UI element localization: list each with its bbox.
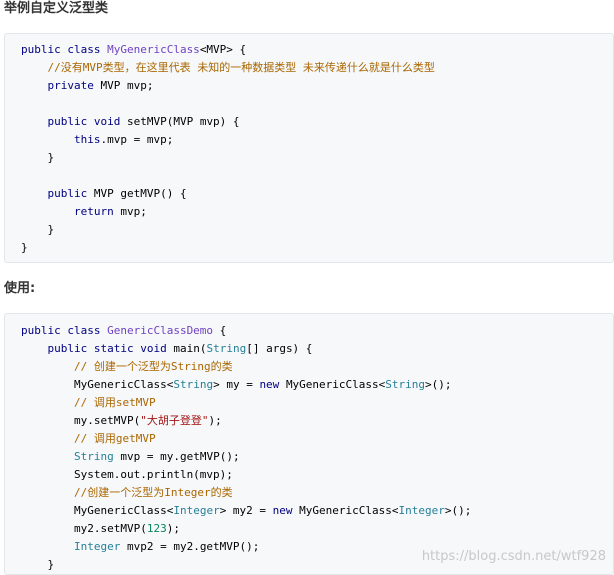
code-line: //没有MVP类型，在这里代表 未知的一种数据类型 未来传递什么就是什么类型 [21, 59, 435, 77]
code-token: MVP mvp; [100, 79, 154, 92]
code-line: MyGenericClass<String> my = new MyGeneri… [21, 376, 452, 394]
code-line: String mvp = my.getMVP(); [21, 448, 240, 466]
code-line: // 调用getMVP [21, 430, 156, 448]
code-block-2: public class GenericClassDemo { public s… [4, 313, 614, 575]
code-line: System.out.println(mvp); [21, 466, 233, 484]
code-token: public void [21, 115, 127, 128]
code-token: [] args) { [246, 342, 313, 355]
code-token: // 创建一个泛型为String的类 [21, 360, 233, 373]
code-line: private MVP mvp; [21, 77, 153, 95]
code-line: // 创建一个泛型为String的类 [21, 358, 233, 376]
code-token: MyGenericClass< [285, 378, 386, 391]
code-token: private [21, 79, 101, 92]
code-token: "大胡子登登" [140, 414, 209, 427]
code-token: public class [21, 324, 108, 337]
code-token: Integer [73, 540, 121, 553]
code-token: String [385, 378, 426, 391]
code-token: >(); [425, 378, 452, 391]
code-token: Integer [398, 504, 445, 517]
code-token: > my2 = [219, 504, 273, 517]
code-token: mvp2 = my2.getMVP(); [120, 540, 260, 553]
code-line: MyGenericClass<Integer> my2 = new MyGene… [21, 502, 471, 520]
code-line: public class GenericClassDemo { [21, 322, 226, 340]
code-block-1: public class MyGenericClass<MVP> { //没有M… [4, 33, 614, 263]
code-line: public static void main(String[] args) { [21, 340, 312, 358]
code-token: // 调用setMVP [21, 396, 156, 409]
code-token: MVP getMVP() { [93, 187, 187, 200]
code-token: } [21, 241, 28, 254]
code-token: } [21, 223, 55, 236]
code-token: return [21, 205, 121, 218]
code-token: >(); [444, 504, 472, 517]
code-token: } [21, 151, 55, 164]
code-token: > my = [213, 378, 260, 391]
code-token: my.setMVP( [21, 414, 141, 427]
code-token: mvp = my.getMVP(); [113, 450, 240, 463]
section-heading-2: 使用: [4, 281, 36, 296]
code-token: public class [21, 43, 108, 56]
code-token: main( [173, 342, 207, 355]
code-token: } [21, 558, 55, 571]
code-line: } [21, 556, 54, 574]
code-token: System.out.println(mvp); [21, 468, 233, 481]
code-token: setMVP(MVP mvp) { [126, 115, 240, 128]
code-token: ); [166, 522, 180, 535]
code-line: } [21, 149, 54, 167]
code-token: new [272, 504, 300, 517]
code-token: my2.setMVP( [21, 522, 147, 535]
code-token: ); [208, 414, 222, 427]
code-line: my2.setMVP(123); [21, 520, 180, 538]
code-line: my.setMVP("大胡子登登"); [21, 412, 222, 430]
code-token: new [259, 378, 286, 391]
code-line: public class MyGenericClass<MVP> { [21, 41, 246, 59]
code-token: MyGenericClass [107, 43, 200, 56]
code-line: this.mvp = mvp; [21, 131, 173, 149]
code-token: String [73, 450, 114, 463]
code-token: { [213, 324, 227, 337]
code-token: public static void [21, 342, 174, 355]
section-heading-1: 举例自定义泛型类 [4, 1, 109, 16]
code-token: mvp; [120, 205, 147, 218]
code-token: MyGenericClass< [299, 504, 399, 517]
code-line: return mvp; [21, 203, 147, 221]
code-token: String [173, 378, 214, 391]
code-token: <MVP> { [199, 43, 247, 56]
code-line: public MVP getMVP() { [21, 185, 187, 203]
code-line: // 调用setMVP [21, 394, 156, 412]
code-token: GenericClassDemo [107, 324, 214, 337]
code-token: String [206, 342, 247, 355]
code-line: //创建一个泛型为Integer的类 [21, 484, 233, 502]
code-token: MyGenericClass< [21, 504, 174, 517]
code-line: Integer mvp2 = my2.getMVP(); [21, 538, 259, 556]
code-token: //没有MVP类型，在这里代表 未知的一种数据类型 未来传递什么就是什么类型 [21, 61, 435, 74]
code-token: Integer [173, 504, 220, 517]
code-token: public [21, 187, 94, 200]
code-token: MyGenericClass< [21, 378, 174, 391]
code-token: // 调用getMVP [21, 432, 156, 445]
code-token: .mvp = mvp; [100, 133, 174, 146]
code-line: public void setMVP(MVP mvp) { [21, 113, 240, 131]
code-token: this [21, 133, 101, 146]
code-token: //创建一个泛型为Integer的类 [21, 486, 233, 499]
code-line: } [21, 221, 54, 239]
code-token: 123 [146, 522, 167, 535]
code-line: } [21, 239, 28, 257]
